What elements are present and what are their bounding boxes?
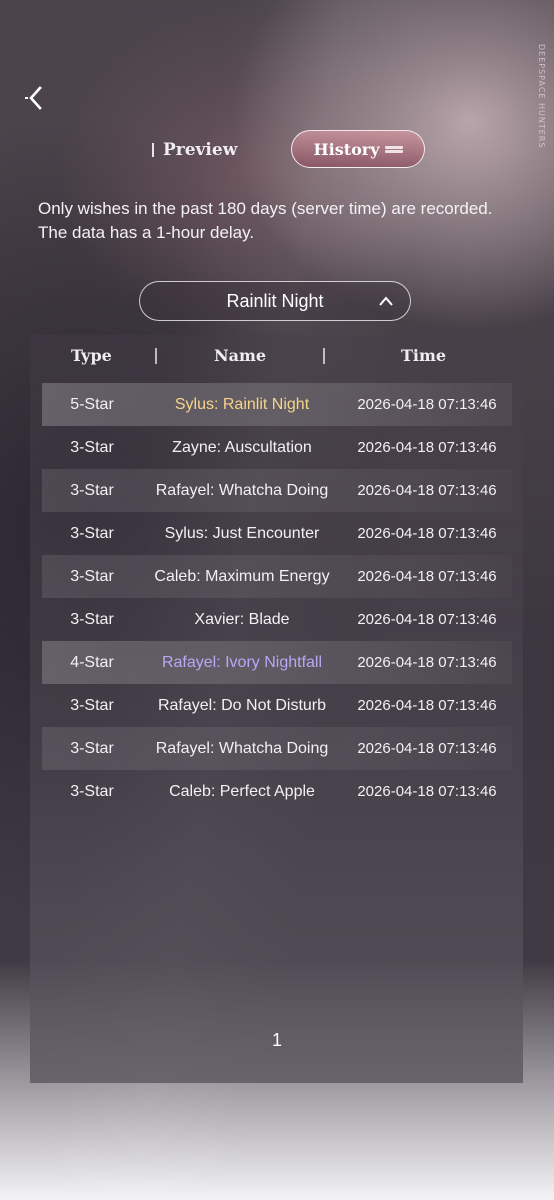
row-time: 2026-04-18 07:13:46 <box>357 568 497 585</box>
tab-history-label: History <box>313 139 380 159</box>
row-name: Caleb: Perfect Apple <box>169 783 315 800</box>
tab-bar: Preview History <box>0 130 554 170</box>
row-name: Rafayel: Whatcha Doing <box>155 482 329 499</box>
row-time: 2026-04-18 07:13:46 <box>357 697 497 714</box>
row-name: Rafayel: Do Not Disturb <box>157 697 327 714</box>
header-type: Type <box>71 346 112 365</box>
table-row: 3-Star Xavier: Blade 2026-04-18 07:13:46 <box>42 598 512 641</box>
row-time: 2026-04-18 07:13:46 <box>357 740 497 757</box>
table-row: 5-Star Sylus: Rainlit Night 2026-04-18 0… <box>42 383 512 426</box>
row-type: 5-Star <box>70 396 114 413</box>
row-time: 2026-04-18 07:13:46 <box>357 396 497 413</box>
table-row: 3-Star Sylus: Just Encounter 2026-04-18 … <box>42 512 512 555</box>
history-table: 5-Star Sylus: Rainlit Night 2026-04-18 0… <box>42 383 512 813</box>
back-button[interactable] <box>22 84 50 112</box>
banner-dropdown-value: Rainlit Night <box>226 290 324 311</box>
header-name: Name <box>214 346 267 365</box>
row-type: 3-Star <box>70 525 114 542</box>
row-type: 3-Star <box>70 783 114 800</box>
row-name: Caleb: Maximum Energy <box>154 568 330 585</box>
page-number[interactable]: 1 <box>267 1030 287 1051</box>
row-time: 2026-04-18 07:13:46 <box>357 611 497 628</box>
row-type: 3-Star <box>70 439 114 456</box>
banner-dropdown[interactable]: Rainlit Night <box>139 281 411 321</box>
table-row: 3-Star Rafayel: Whatcha Doing 2026-04-18… <box>42 469 512 512</box>
history-notice: Only wishes in the past 180 days (server… <box>38 197 518 245</box>
row-time: 2026-04-18 07:13:46 <box>357 783 497 800</box>
row-name: Sylus: Rainlit Night <box>174 396 310 413</box>
row-type: 3-Star <box>70 697 114 714</box>
header-divider <box>155 348 157 364</box>
header-time: Time <box>401 346 447 365</box>
row-type: 3-Star <box>70 740 114 757</box>
row-name: Rafayel: Whatcha Doing <box>155 740 329 757</box>
header-divider <box>323 348 325 364</box>
table-row: 3-Star Rafayel: Whatcha Doing 2026-04-18… <box>42 727 512 770</box>
row-name: Rafayel: Ivory Nightfall <box>161 654 323 671</box>
tab-history[interactable]: History <box>291 130 425 168</box>
chevron-up-icon <box>379 296 393 306</box>
tab-preview-label: Preview <box>163 140 238 160</box>
table-row: 3-Star Rafayel: Do Not Disturb 2026-04-1… <box>42 684 512 727</box>
table-row: 3-Star Caleb: Perfect Apple 2026-04-18 0… <box>42 770 512 813</box>
chevron-left-icon <box>25 86 42 110</box>
row-type: 3-Star <box>70 482 114 499</box>
row-time: 2026-04-18 07:13:46 <box>357 439 497 456</box>
tab-divider <box>152 143 154 157</box>
table-row: 3-Star Zayne: Auscultation 2026-04-18 07… <box>42 426 512 469</box>
row-time: 2026-04-18 07:13:46 <box>357 482 497 499</box>
table-header: Type Name Time <box>30 340 523 376</box>
tab-history-badge <box>384 145 403 153</box>
table-row: 4-Star Rafayel: Ivory Nightfall 2026-04-… <box>42 641 512 684</box>
table-row: 3-Star Caleb: Maximum Energy 2026-04-18 … <box>42 555 512 598</box>
row-type: 4-Star <box>70 654 114 671</box>
row-type: 3-Star <box>70 611 114 628</box>
row-name: Xavier: Blade <box>194 611 290 628</box>
tab-preview[interactable]: Preview <box>152 136 237 164</box>
notice-line-1: Only wishes in the past 180 days (server… <box>38 199 493 218</box>
row-time: 2026-04-18 07:13:46 <box>357 654 497 671</box>
notice-line-2: The data has a 1-hour delay. <box>38 223 255 242</box>
row-name: Zayne: Auscultation <box>172 439 312 456</box>
row-name: Sylus: Just Encounter <box>164 525 320 542</box>
row-type: 3-Star <box>70 568 114 585</box>
row-time: 2026-04-18 07:13:46 <box>357 525 497 542</box>
